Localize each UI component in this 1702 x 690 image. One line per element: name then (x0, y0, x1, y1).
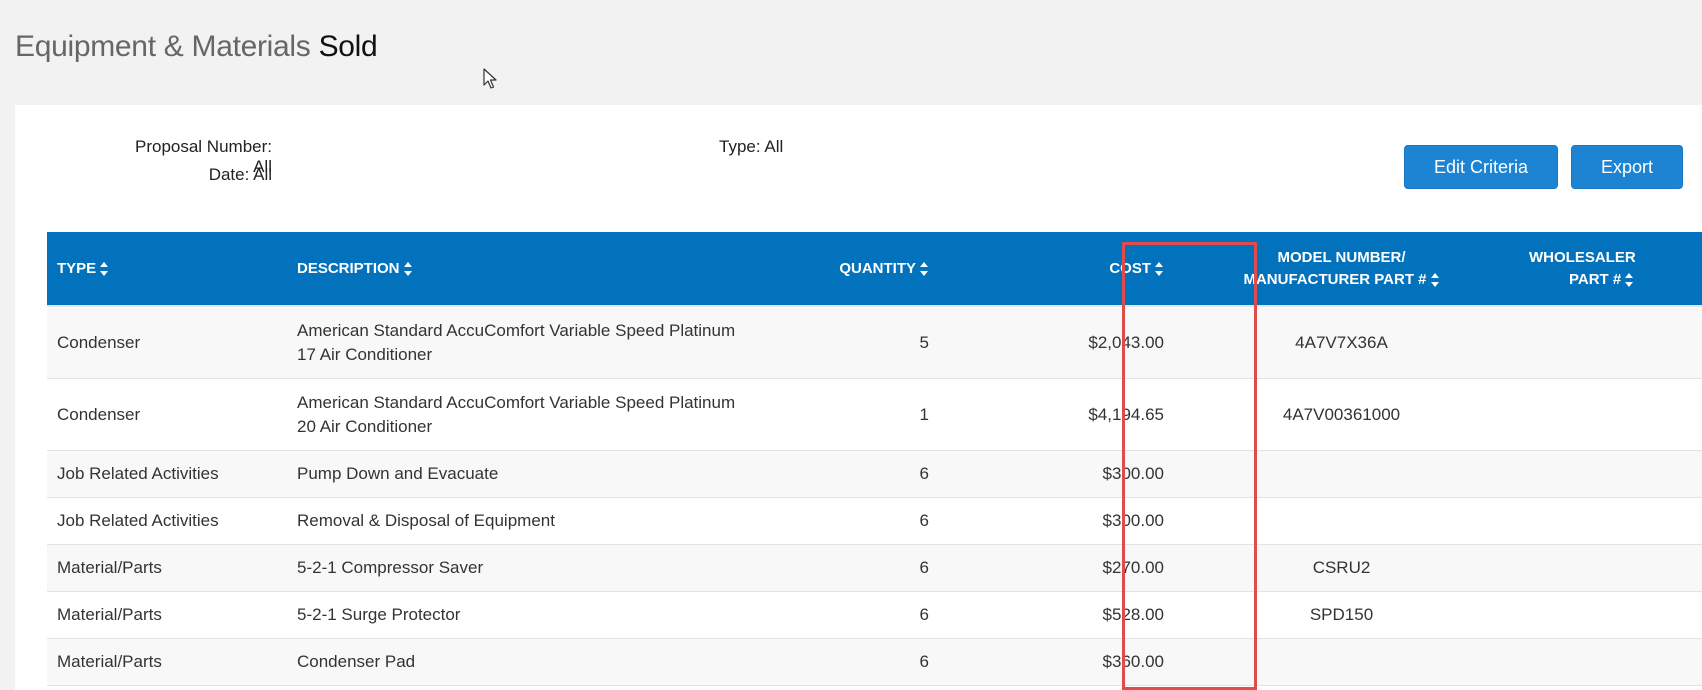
edit-criteria-button[interactable]: Edit Criteria (1404, 145, 1558, 189)
cell-wholesaler-part (1481, 544, 1702, 592)
cell-quantity: 6 (764, 450, 939, 498)
column-header-quantity[interactable]: QUANTITY (764, 232, 939, 307)
sort-icon[interactable] (1155, 261, 1164, 276)
column-header-wholesaler-part[interactable]: WHOLESALER PART # (1481, 232, 1702, 307)
cell-description: American Standard AccuComfort Variable S… (287, 306, 764, 379)
cell-model-number: 4A7V00361000 (1202, 378, 1481, 451)
cell-quantity: 6 (764, 591, 939, 639)
column-header-type[interactable]: TYPE (47, 232, 287, 307)
table-row[interactable]: Job Related Activities Removal & Disposa… (47, 497, 1702, 545)
cell-description: 5-2-1 Surge Protector (287, 591, 764, 639)
cell-cost: $4,194.65 (939, 378, 1202, 451)
table-row[interactable]: Material/Parts Condenser Pad 6 $360.00 (47, 638, 1702, 686)
cell-quantity: 5 (764, 306, 939, 379)
page-title: Equipment & Materials Sold (15, 30, 378, 64)
cell-cost: $2,043.00 (939, 306, 1202, 379)
cell-cost: $360.00 (939, 638, 1202, 686)
table-header-row: TYPE DESCRIPTION QUANTITY COST MODEL NUM… (47, 232, 1702, 307)
cell-description: 5-2-1 Compressor Saver (287, 544, 764, 592)
cell-cost: $270.00 (939, 544, 1202, 592)
report-panel: Proposal Number: All Date: All Type: All… (15, 105, 1702, 690)
page-title-bold: Sold (318, 30, 378, 63)
cell-type: Material/Parts (47, 638, 287, 686)
cell-cost: $528.00 (939, 591, 1202, 639)
criteria-date: Date: All (208, 165, 272, 184)
cell-wholesaler-part (1481, 591, 1702, 639)
table-row[interactable]: Material/Parts 5-2-1 Surge Protector 6 $… (47, 591, 1702, 639)
cell-model-number: SPD150 (1202, 591, 1481, 639)
sort-icon[interactable] (100, 261, 109, 276)
equipment-table: TYPE DESCRIPTION QUANTITY COST MODEL NUM… (47, 232, 1702, 686)
cell-type: Job Related Activities (47, 450, 287, 498)
cell-type: Condenser (47, 378, 287, 451)
cell-quantity: 6 (764, 497, 939, 545)
criteria-type: Type: All (719, 137, 784, 156)
sort-icon[interactable] (1430, 272, 1440, 287)
sort-icon[interactable] (403, 261, 413, 276)
cell-quantity: 6 (764, 544, 939, 592)
cell-model-number (1202, 638, 1481, 686)
cell-type: Job Related Activities (47, 497, 287, 545)
column-header-model-number[interactable]: MODEL NUMBER/ MANUFACTURER PART # (1202, 232, 1481, 307)
cell-wholesaler-part (1481, 450, 1702, 498)
cell-type: Material/Parts (47, 591, 287, 639)
cell-description: Pump Down and Evacuate (287, 450, 764, 498)
column-header-model-line1: MODEL NUMBER/ (1277, 248, 1406, 266)
mouse-cursor-icon (483, 68, 497, 89)
page-title-light: Equipment & Materials (15, 30, 311, 63)
cell-model-number (1202, 450, 1481, 498)
column-header-type-label: TYPE (57, 259, 97, 277)
table-row[interactable]: Condenser American Standard AccuComfort … (47, 306, 1702, 379)
cell-model-number: 4A7V7X36A (1202, 306, 1481, 379)
cell-wholesaler-part (1481, 306, 1702, 379)
export-button[interactable]: Export (1571, 145, 1683, 189)
column-header-cost-label: COST (1109, 259, 1151, 277)
column-header-model-line2: MANUFACTURER PART # (1243, 270, 1427, 288)
cell-description: Condenser Pad (287, 638, 764, 686)
cell-wholesaler-part (1481, 497, 1702, 545)
column-header-quantity-label: QUANTITY (839, 259, 916, 277)
column-header-wholesaler-line2: PART # (1569, 270, 1622, 288)
cell-wholesaler-part (1481, 378, 1702, 451)
column-header-description[interactable]: DESCRIPTION (287, 232, 764, 307)
cell-wholesaler-part (1481, 638, 1702, 686)
column-header-cost[interactable]: COST (939, 232, 1202, 307)
cell-type: Material/Parts (47, 544, 287, 592)
column-header-description-label: DESCRIPTION (297, 259, 400, 277)
equipment-table-wrapper: TYPE DESCRIPTION QUANTITY COST MODEL NUM… (47, 232, 1702, 690)
cell-quantity: 6 (764, 638, 939, 686)
sort-icon[interactable] (1625, 272, 1634, 287)
cell-model-number (1202, 497, 1481, 545)
table-row[interactable]: Condenser American Standard AccuComfort … (47, 378, 1702, 451)
cell-description: Removal & Disposal of Equipment (287, 497, 764, 545)
cell-cost: $300.00 (939, 450, 1202, 498)
table-row[interactable]: Job Related Activities Pump Down and Eva… (47, 450, 1702, 498)
cell-description: American Standard AccuComfort Variable S… (287, 378, 764, 451)
table-row[interactable]: Material/Parts 5-2-1 Compressor Saver 6 … (47, 544, 1702, 592)
cell-type: Condenser (47, 306, 287, 379)
cell-model-number: CSRU2 (1202, 544, 1481, 592)
sort-icon[interactable] (920, 261, 929, 276)
cell-quantity: 1 (764, 378, 939, 451)
column-header-wholesaler-line1: WHOLESALER (1529, 248, 1636, 266)
cell-cost: $300.00 (939, 497, 1202, 545)
